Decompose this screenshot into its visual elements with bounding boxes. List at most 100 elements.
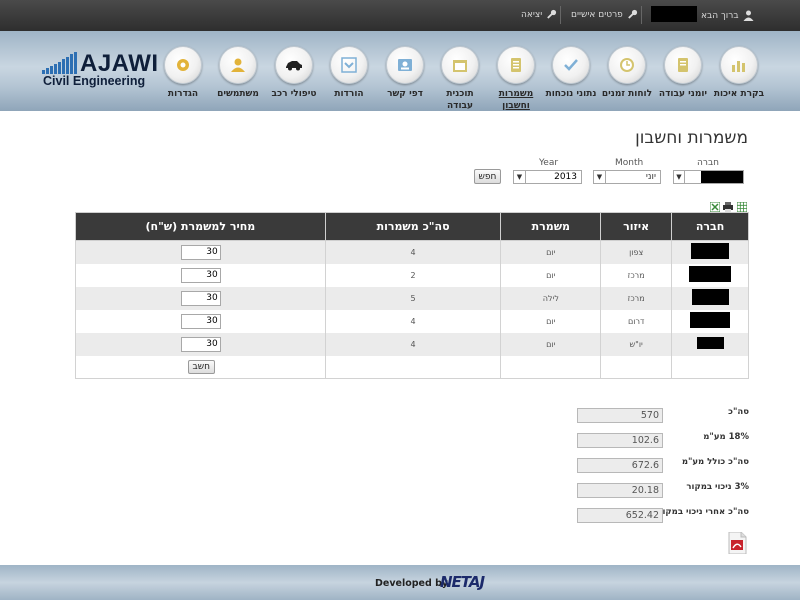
table-row: מרכז יום 2 30 [75,263,749,287]
table-footer-row: חשב [75,355,749,379]
price-cell: 30 [75,286,326,310]
header-area: איזור [600,212,673,241]
redacted-company [701,171,743,183]
chevron-down-icon: ▼ [674,171,685,183]
calendar-icon [441,46,479,84]
total-cell: 2 [324,263,502,287]
shifts-table: חברה איזור משמרת סה"כ משמרות מחיר למשמרת… [75,212,749,379]
company-filter-label: חברה [697,158,720,168]
header-total-shifts: סה"כ משמרות [324,212,502,241]
company-cell [671,263,749,287]
user-icon [743,10,754,21]
price-input[interactable]: 30 [180,267,221,283]
gear-icon [164,46,202,84]
nav-work-plan[interactable]: תוכנית עבודה [432,46,488,112]
main-navigation: AJAWI Civil Engineering בקרת איכות יומני… [0,31,800,111]
company-select[interactable]: ▼ [673,170,744,184]
nav-shifts-billing[interactable]: משמרות וחשבון [488,46,544,112]
total-after-withholding-field: 652.42 [577,508,663,523]
year-select[interactable]: ▼ 2013 [513,170,582,184]
car-icon [275,46,313,84]
calculate-button[interactable]: חשב [187,359,215,374]
logo-subtitle: Civil Engineering [43,74,146,88]
logo-bars-icon [42,52,77,74]
logout-link[interactable]: יציאה [521,9,557,20]
total-cell: 4 [324,240,502,264]
page-title: משמרות וחשבון [635,128,748,148]
header-price-per-shift: מחיר למשמרת (ש"ח) [75,212,326,241]
table-row: יו"ש יום 4 30 [75,332,749,356]
personal-details-link[interactable]: פרטים אישיים [571,9,638,20]
calc-cell: חשב [75,355,326,379]
redacted-username [651,6,697,22]
price-cell: 30 [75,332,326,356]
pdf-export-icon[interactable] [727,532,747,554]
table-row: דרום יום 4 30 [75,309,749,333]
price-cell: 30 [75,240,326,264]
nav-settings[interactable]: הגדרות [155,46,211,100]
checkmark-icon [552,46,590,84]
nav-contacts[interactable]: דפי קשר [377,46,433,100]
shift-cell: יום [500,240,602,264]
ledger-icon [497,46,535,84]
nav-downloads[interactable]: הורדות [321,46,377,100]
year-filter-label: Year [539,158,559,168]
redacted-company [690,312,731,328]
price-input[interactable]: 30 [180,244,221,260]
area-cell: דרום [600,309,673,333]
print-icon[interactable] [723,202,733,212]
price-input[interactable]: 30 [180,336,221,352]
table-row: מרכז לילה 5 30 [75,286,749,310]
journal-icon [664,46,702,84]
total-incl-vat-field: 672.6 [577,458,663,473]
excel-export-icon[interactable] [710,202,720,212]
redacted-company [689,266,732,282]
developed-by-text: Developed by [375,578,449,589]
table-view-icon[interactable] [737,202,747,212]
total-cell: 5 [324,286,502,310]
month-select[interactable]: ▼ יוני [593,170,661,184]
header-shift: משמרת [500,212,602,241]
price-input[interactable]: 30 [180,290,221,306]
price-cell: 30 [75,263,326,287]
total-field: 570 [577,408,663,423]
area-cell: יו"ש [600,332,673,356]
user-greeting: ברוך הבא [651,6,754,22]
shift-cell: לילה [500,286,602,310]
bar-chart-icon [720,46,758,84]
area-cell: מרכז [600,286,673,310]
company-cell [671,309,749,333]
nav-work-journals[interactable]: יומני עבודה [655,46,711,100]
area-cell: צפון [600,240,673,264]
total-cell: 4 [324,332,502,356]
company-cell [671,332,749,356]
redacted-company [696,337,724,349]
company-cell [671,286,749,310]
search-button[interactable]: חפש [474,169,501,184]
nav-users[interactable]: משתמשים [210,46,266,100]
withholding-label: 3% ניכוי במקור [686,482,749,492]
developer-logo[interactable]: NETAJ [440,573,485,591]
table-row: צפון יום 4 30 [75,240,749,264]
area-cell: מרכז [600,263,673,287]
price-input[interactable]: 30 [180,313,221,329]
vat-field: 102.6 [577,433,663,448]
nav-attendance[interactable]: נתוני נוכחות [543,46,599,100]
shift-cell: יום [500,332,602,356]
redacted-company [691,243,730,260]
shift-cell: יום [500,309,602,333]
month-filter-label: Month [615,158,644,168]
price-cell: 30 [75,309,326,333]
nav-quality-control[interactable]: בקרת איכות [711,46,767,100]
divider [560,6,561,24]
vat-label: 18% מע"מ [703,432,749,442]
download-icon [330,46,368,84]
nav-vehicle-care[interactable]: טיפולי רכב [266,46,322,100]
greeting-text: ברוך הבא [701,10,739,21]
nav-schedules[interactable]: לוחות זמנים [599,46,655,100]
chevron-down-icon: ▼ [514,171,526,183]
divider [641,6,642,24]
total-after-withholding-label: סה"כ אחרי ניכוי במקור [657,507,749,517]
top-bar: ברוך הבא פרטים אישיים יציאה [0,0,800,31]
clock-icon [608,46,646,84]
